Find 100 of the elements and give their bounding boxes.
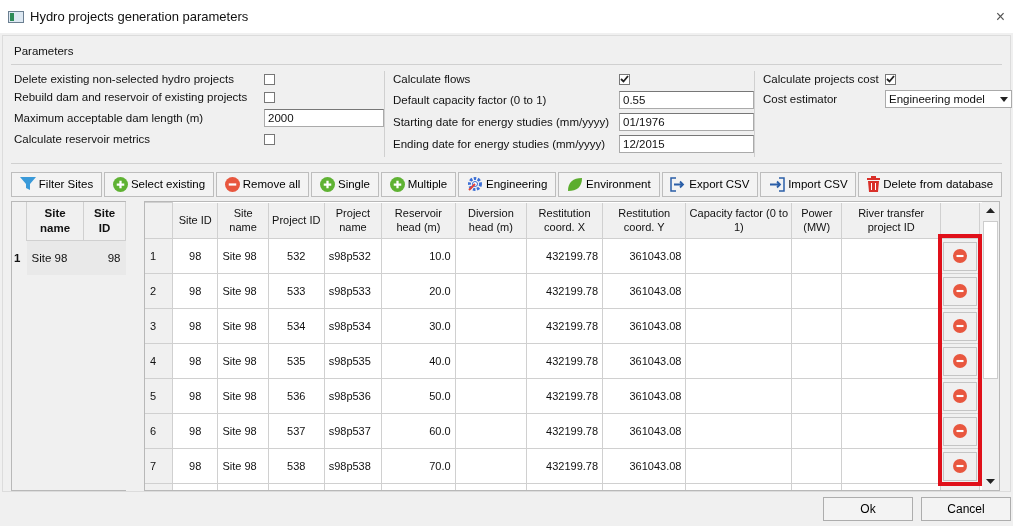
table-cell: 361043.08 [602, 413, 686, 449]
toolbar-button[interactable]: Remove all [215, 171, 310, 197]
row-header: 3 [145, 308, 173, 344]
table-cell: Site 98 [26, 240, 84, 275]
checkbox[interactable] [264, 133, 275, 145]
table-cell: 536 [268, 378, 325, 414]
table-cell [455, 238, 527, 274]
scroll-down-icon[interactable] [986, 479, 995, 484]
field-label: Ending date for energy studies (mm/yyyy) [393, 138, 607, 150]
row-header: 5 [145, 378, 173, 414]
checkbox[interactable] [619, 73, 630, 85]
remove-row-button[interactable] [943, 416, 978, 446]
row-header: 4 [145, 343, 173, 379]
column-header: Site name [26, 202, 84, 241]
table-cell: 361043.08 [602, 238, 686, 274]
field-label: Cost estimator [763, 93, 839, 105]
remove-row-button[interactable] [943, 241, 978, 271]
toolbar-button[interactable]: Delete from database [858, 171, 1003, 197]
minus-icon [953, 389, 968, 404]
app-icon [8, 10, 24, 23]
minus-icon [953, 424, 968, 439]
table-cell: s98p535 [324, 343, 382, 379]
table-cell: s98p533 [324, 273, 382, 309]
toolbar-button[interactable]: Environment [558, 171, 660, 197]
toolbar-button[interactable]: Select existing [104, 171, 214, 197]
table-cell [791, 343, 842, 379]
remove-row-button[interactable] [943, 346, 978, 376]
table-cell: 432199.78 [526, 378, 603, 414]
checkbox[interactable] [885, 73, 896, 85]
column-header: Site ID [172, 202, 218, 239]
plus-icon [112, 176, 128, 192]
table-cell: 532 [268, 238, 325, 274]
dropdown-arrow-icon [1000, 96, 1008, 102]
table-cell: 98 [172, 448, 218, 484]
table-cell [791, 378, 842, 414]
input-field[interactable]: 2000 [264, 109, 384, 127]
column-header: Site ID [83, 202, 126, 241]
minus-icon [224, 176, 240, 192]
table-cell: Site 98 [217, 308, 269, 344]
table-cell: s98p534 [324, 308, 382, 344]
minus-icon [953, 354, 968, 369]
table-cell: Site 98 [217, 343, 269, 379]
field-label: Rebuild dam and reservoir of existing projects [14, 91, 249, 103]
field-label: Calculate reservoir metrics [14, 133, 152, 145]
field-label: Default capacity factor (0 to 1) [393, 94, 548, 106]
minus-icon [953, 249, 968, 264]
column-header: Reservoir head (m) [381, 202, 456, 239]
remove-row-button[interactable] [943, 451, 978, 481]
table-cell: Site 98 [217, 448, 269, 484]
table-cell: 361043.08 [602, 448, 686, 484]
row-header: 7 [145, 448, 173, 484]
table-cell: 535 [268, 343, 325, 379]
funnel-icon [19, 177, 36, 192]
input-field[interactable]: 12/2015 [619, 135, 754, 153]
table-cell: s98p537 [324, 413, 382, 449]
toolbar-button[interactable]: Multiple [380, 171, 457, 197]
dropdown[interactable]: Engineering model [885, 90, 1012, 108]
input-field[interactable]: 01/1976 [619, 113, 754, 131]
remove-row-button[interactable] [943, 311, 978, 341]
table-cell: 538 [268, 448, 325, 484]
column-header: Project name [324, 202, 382, 239]
toolbar-button[interactable]: Engineering [458, 171, 557, 197]
gear-icon [467, 176, 483, 193]
table-cell: Site 98 [217, 378, 269, 414]
table-cell [455, 273, 527, 309]
toolbar-button[interactable]: Import CSV [760, 171, 857, 197]
plus-icon [319, 176, 335, 192]
table-cell: 361043.08 [602, 343, 686, 379]
table-cell: 537 [268, 413, 325, 449]
ok-button[interactable]: Ok [823, 497, 913, 521]
scrollbar[interactable] [982, 202, 999, 490]
table-cell: 98 [172, 273, 218, 309]
field-label: Starting date for energy studies (mm/yyyy) [393, 116, 611, 128]
table-cell: 10.0 [381, 238, 456, 274]
remove-row-button[interactable] [943, 276, 978, 306]
toolbar-button[interactable]: Filter Sites [11, 171, 103, 197]
toolbar-button[interactable]: Export CSV [661, 171, 759, 197]
remove-row-button[interactable] [943, 381, 978, 411]
table-cell: 432199.78 [526, 413, 603, 449]
table-cell: 20.0 [381, 273, 456, 309]
field-label: Delete existing non-selected hydro projects [14, 73, 235, 85]
checkbox[interactable] [264, 73, 275, 85]
checkbox[interactable] [264, 91, 275, 103]
close-button[interactable]: × [995, 7, 1005, 26]
table-cell: 98 [172, 413, 218, 449]
table-cell: Site 98 [217, 413, 269, 449]
table-cell: 361043.08 [602, 308, 686, 344]
field-label: Maximum acceptable dam length (m) [14, 112, 205, 124]
table-cell [791, 413, 842, 449]
table-cell: Site 98 [217, 238, 269, 274]
input-field[interactable]: 0.55 [619, 91, 754, 109]
table-cell: 50.0 [381, 378, 456, 414]
toolbar-button[interactable]: Single [311, 171, 379, 197]
scroll-up-icon[interactable] [986, 208, 995, 213]
cancel-button[interactable]: Cancel [921, 497, 1011, 521]
column-header: River transfer project ID [841, 202, 941, 239]
table-cell: 361043.08 [602, 273, 686, 309]
import-icon [769, 176, 786, 192]
column-header: Restitution coord. Y [602, 202, 686, 239]
column-header: Project ID [268, 202, 325, 239]
